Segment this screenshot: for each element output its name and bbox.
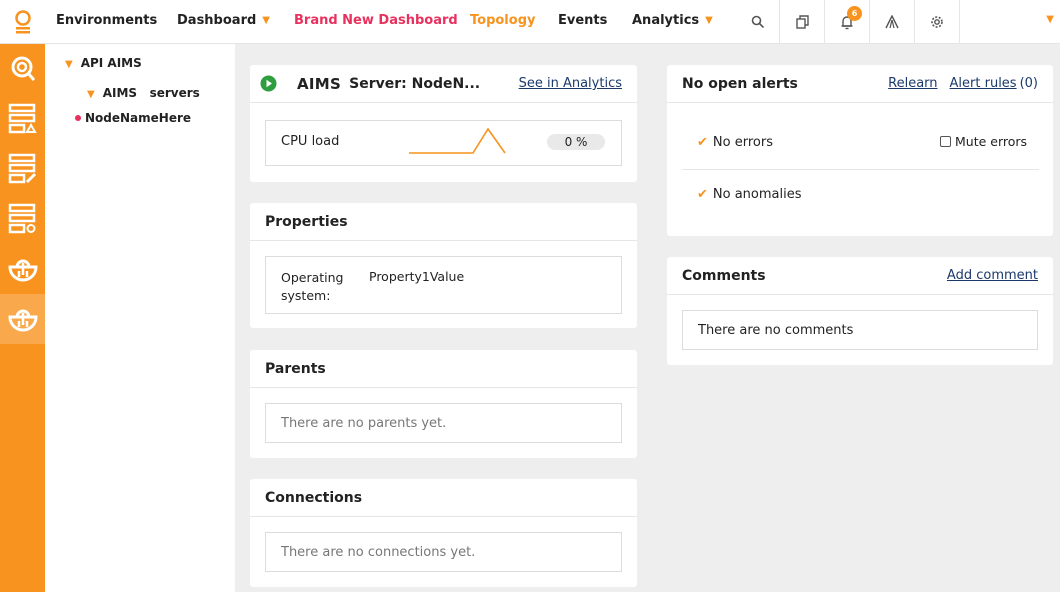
nav-events[interactable]: Events [558,13,607,28]
tree-node-aims-servers[interactable]: ▼ AIMS servers [87,86,200,100]
comments-empty: There are no comments [682,310,1038,350]
cpu-load-row: CPU load 0 % [265,120,622,166]
chevron-down-icon: ▼ [1046,14,1054,25]
nav-analytics[interactable]: Analytics ▼ [632,13,713,28]
connections-empty: There are no connections yet. [265,532,622,572]
clipboard-button[interactable] [779,0,824,44]
tree-node-api-aims[interactable]: ▼ API AIMS [65,56,142,70]
server-title: Server: NodeN... [349,75,481,92]
property-value: Property1Value [369,269,465,284]
alerts-header: No open alerts Relearn Alert rules (0) [667,65,1053,103]
mute-errors-toggle[interactable]: Mute errors [940,134,1027,149]
comments-title: Comments [682,267,766,284]
server-prefix: AIMS [297,74,342,93]
nav-topology[interactable]: Topology [470,13,535,28]
search-icon [11,56,35,81]
clipboard-icon [795,15,809,29]
play-icon[interactable] [260,75,277,92]
notifications-button[interactable]: 6 [824,0,869,44]
deploy-button[interactable] [869,0,914,44]
dashboard-edit-icon [8,153,36,184]
user-menu[interactable]: ▼ [959,0,1060,44]
triangle-icon [885,15,899,29]
dashboard-list-icon [8,103,37,134]
mute-errors-checkbox[interactable] [940,136,951,147]
rail-dashboard-2[interactable] [0,144,45,194]
alert-rules-count: (0) [1019,76,1038,91]
cpu-sparkline [409,127,506,154]
rail-dashboard-1[interactable] [0,94,45,144]
nav-brand-new-dashboard[interactable]: Brand New Dashboard [294,13,458,28]
property-key: Operating system: [281,270,344,303]
left-rail [0,44,45,592]
no-errors-row: ✔ No errors [697,135,773,150]
alert-rules-link[interactable]: Alert rules [950,76,1017,91]
comments-header: Comments Add comment [667,257,1053,295]
check-icon: ✔ [697,135,708,150]
alerts-title: No open alerts [682,75,798,92]
properties-title: Properties [250,203,637,241]
top-navigation: Environments Dashboard ▼ Brand New Dashbo… [0,0,1060,44]
chevron-down-icon: ▼ [705,15,713,26]
gear-icon [931,16,943,28]
see-in-analytics-link[interactable]: See in Analytics [519,76,622,91]
server-card: AIMS Server: NodeN... See in Analytics C… [250,65,637,182]
topology-tree: ▼ API AIMS ▼ AIMS servers NodeNameHere [45,44,235,592]
connections-title: Connections [250,479,637,517]
search-button[interactable] [735,0,780,44]
check-icon: ✔ [697,187,708,202]
nav-dashboard[interactable]: Dashboard ▼ [177,13,270,28]
tree-node-leaf[interactable]: NodeNameHere [75,111,191,125]
alerts-card: No open alerts Relearn Alert rules (0) ✔… [667,65,1053,236]
status-dot-icon [75,115,81,121]
parents-card: Parents There are no parents yet. [250,350,637,458]
parents-empty: There are no parents yet. [265,403,622,443]
parents-title: Parents [250,350,637,388]
chevron-down-icon[interactable]: ▼ [65,59,73,70]
connections-card: Connections There are no connections yet… [250,479,637,587]
dashboard-settings-icon [8,203,35,234]
nav-environments[interactable]: Environments [56,13,157,28]
rail-topology-2[interactable] [0,294,45,344]
notifications-badge: 6 [847,6,862,21]
property-row: Operating system: Property1Value [265,256,622,314]
search-icon [751,15,764,29]
server-card-header: AIMS Server: NodeN... See in Analytics [250,65,637,103]
rail-search[interactable] [0,44,45,94]
no-anomalies-row: ✔ No anomalies [697,187,802,202]
divider [682,169,1039,170]
rail-topology-1[interactable] [0,244,45,294]
relearn-link[interactable]: Relearn [888,76,937,91]
comments-card: Comments Add comment There are no commen… [667,257,1053,365]
bulb-icon [7,309,38,332]
properties-card: Properties Operating system: Property1Va… [250,203,637,328]
settings-button[interactable] [914,0,959,44]
bulb-icon [7,259,38,282]
cpu-load-label: CPU load [281,134,340,149]
chevron-down-icon[interactable]: ▼ [87,89,95,100]
rail-dashboard-3[interactable] [0,194,45,244]
cpu-load-value: 0 % [547,134,605,150]
chevron-down-icon: ▼ [262,15,270,26]
app-logo-icon[interactable] [0,0,45,44]
add-comment-link[interactable]: Add comment [947,268,1038,283]
